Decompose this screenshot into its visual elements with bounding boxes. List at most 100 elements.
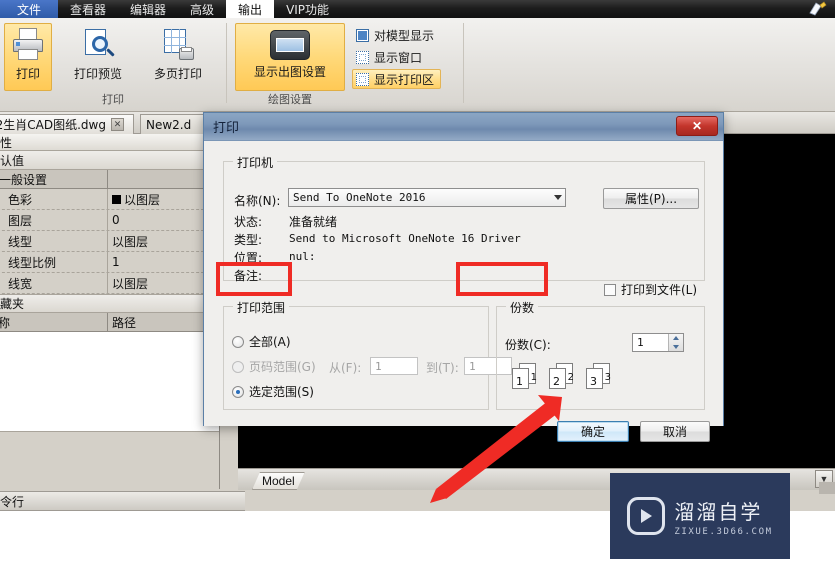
copies-count-label: 份数(C): (505, 338, 551, 352)
print-range-highlight (216, 262, 292, 296)
print-to-file-checkbox[interactable]: 打印到文件(L) (604, 281, 697, 298)
ribbon-group-print: 打印 打印预览 多页打印 打印 (0, 20, 226, 108)
favorites-list[interactable] (0, 332, 219, 432)
cancel-button[interactable]: 取消 (640, 421, 710, 442)
properties-group-header[interactable]: − 一般设置 (0, 170, 219, 189)
printer-group-title: 打印机 (233, 154, 278, 171)
menu-item-advanced[interactable]: 高级 (178, 0, 226, 18)
show-print-area-label: 显示打印区 (374, 72, 435, 87)
print-range-group-title: 打印范围 (233, 299, 290, 316)
favorites-header: 名称 路径 (0, 313, 219, 332)
watermark-subtitle: ZIXUE.3D66.COM (674, 526, 773, 537)
checkbox-icon (604, 283, 616, 296)
multipage-print-icon (161, 28, 195, 62)
print-button-label: 打印 (15, 67, 40, 81)
copies-highlight (456, 262, 548, 296)
show-window-button[interactable]: 显示窗口 (352, 47, 429, 67)
tab-model[interactable]: Model (252, 472, 305, 490)
document-tab-cad-label: 12生肖CAD图纸.dwg (0, 118, 106, 132)
table-row[interactable]: 线宽 以图层 (0, 273, 219, 294)
printer-icon (11, 28, 45, 62)
menu-item-output[interactable]: 输出 (226, 0, 275, 18)
range-option-pages-label: 页码范围(G) (249, 360, 316, 374)
app-window: 文件 查看器 编辑器 高级 输出 VIP功能 打印 打印预览 多页打印 打印 显… (0, 0, 835, 573)
range-to-label: 到(T): (426, 361, 459, 375)
display-plot-setup-button[interactable]: 显示出图设置 (235, 23, 345, 91)
ribbon-group-plot-settings: 显示出图设置 对模型显示 显示窗口 显示打印区 绘图设置 (230, 20, 458, 108)
copies-stepper[interactable] (668, 334, 683, 351)
radio-icon (232, 360, 244, 373)
range-from-input[interactable]: 1 (370, 357, 418, 375)
range-option-selection-label: 选定范围(S) (249, 385, 314, 399)
printer-type-value: Send to Microsoft OneNote 16 Driver (289, 232, 521, 245)
table-row[interactable]: 色彩 以图层 (0, 189, 219, 210)
table-row[interactable]: 图层 0 (0, 210, 219, 231)
document-tab-cad[interactable]: 12生肖CAD图纸.dwg ✕ (0, 114, 134, 134)
favorites-title: 收藏夹 (0, 294, 219, 313)
property-name: 线型 (8, 234, 33, 249)
menu-item-viewer[interactable]: 查看器 (58, 0, 118, 18)
printer-status-value: 准备就绪 (289, 215, 338, 229)
ribbon-group-print-label: 打印 (102, 93, 124, 106)
copies-group-title: 份数 (506, 299, 539, 316)
radio-icon (232, 385, 244, 398)
menu-item-vip[interactable]: VIP功能 (274, 0, 341, 18)
document-tab-new2-label: New2.d (146, 117, 192, 132)
stepper-down-icon[interactable] (669, 343, 683, 352)
close-icon[interactable]: ✕ (110, 118, 124, 131)
table-row[interactable]: 线型 以图层 (0, 231, 219, 252)
ribbon-group-plot-settings-label: 绘图设置 (268, 93, 312, 106)
collate-pages-icon: 2 2 (549, 363, 575, 389)
menu-item-editor[interactable]: 编辑器 (118, 0, 178, 18)
multipage-print-button[interactable]: 多页打印 (142, 23, 214, 91)
menu-item-file[interactable]: 文件 (0, 0, 58, 18)
range-option-all[interactable]: 全部(A) (232, 333, 291, 350)
print-button[interactable]: 打印 (4, 23, 52, 91)
copies-count-value: 1 (637, 336, 644, 349)
red-arrow-pointing-to-ok (430, 395, 562, 503)
ribbon-separator-1 (226, 23, 227, 103)
print-dialog-title: 打印 (213, 121, 240, 136)
menu-bar: 文件 查看器 编辑器 高级 输出 VIP功能 (0, 0, 835, 18)
properties-group-header-label: 一般设置 (0, 172, 48, 187)
table-row[interactable]: 线型比例 1 (0, 252, 219, 273)
range-option-all-label: 全部(A) (249, 335, 291, 349)
collate-page-number: 1 (516, 375, 523, 388)
copies-count-input[interactable]: 1 (632, 333, 684, 352)
properties-panel: 属性 默认值 − 一般设置 色彩 以图层 图层 0 线型 以图层 线型比例 1 (0, 134, 220, 489)
property-value: 0 (112, 213, 120, 227)
collate-page-number: 2 (553, 375, 560, 388)
range-option-pages[interactable]: 页码范围(G) (232, 358, 316, 375)
print-preview-icon (81, 28, 115, 62)
collate-pages-icon: 3 3 (586, 363, 612, 389)
printer-status-label: 状态: (234, 215, 263, 229)
property-name: 线宽 (8, 276, 33, 291)
pencil-note-icon[interactable] (809, 1, 827, 16)
close-icon[interactable]: ✕ (676, 116, 718, 136)
property-value: 1 (112, 255, 120, 269)
printer-properties-button[interactable]: 属性(P)... (603, 188, 699, 209)
printer-location-value: nul: (289, 250, 316, 263)
collate-page-number: 1 (530, 372, 537, 383)
properties-panel-title: 属性 (0, 134, 219, 151)
show-window-label: 显示窗口 (374, 50, 423, 65)
scroll-corner (819, 482, 835, 494)
printer-type-label: 类型: (234, 233, 263, 247)
stepper-up-icon[interactable] (669, 334, 683, 343)
command-line-title: 命令行 (0, 491, 245, 511)
print-preview-label: 打印预览 (73, 67, 122, 81)
color-swatch-icon (112, 194, 121, 204)
print-dialog-titlebar[interactable]: 打印 ✕ (204, 113, 723, 141)
show-print-area-icon (356, 72, 369, 86)
show-print-area-button[interactable]: 显示打印区 (352, 69, 442, 89)
print-preview-button[interactable]: 打印预览 (62, 23, 134, 91)
range-option-selection[interactable]: 选定范围(S) (232, 383, 314, 400)
radio-icon (232, 335, 244, 348)
ribbon-separator-2 (463, 23, 464, 103)
print-to-file-label: 打印到文件(L) (621, 283, 698, 297)
range-from-label: 从(F): (329, 361, 362, 375)
watermark-title: 溜溜自学 (674, 499, 763, 524)
printer-name-combobox[interactable]: Send To OneNote 2016 (288, 188, 566, 207)
model-display-button[interactable]: 对模型显示 (352, 25, 441, 45)
collate-pages-icon: 1 1 (512, 363, 538, 389)
